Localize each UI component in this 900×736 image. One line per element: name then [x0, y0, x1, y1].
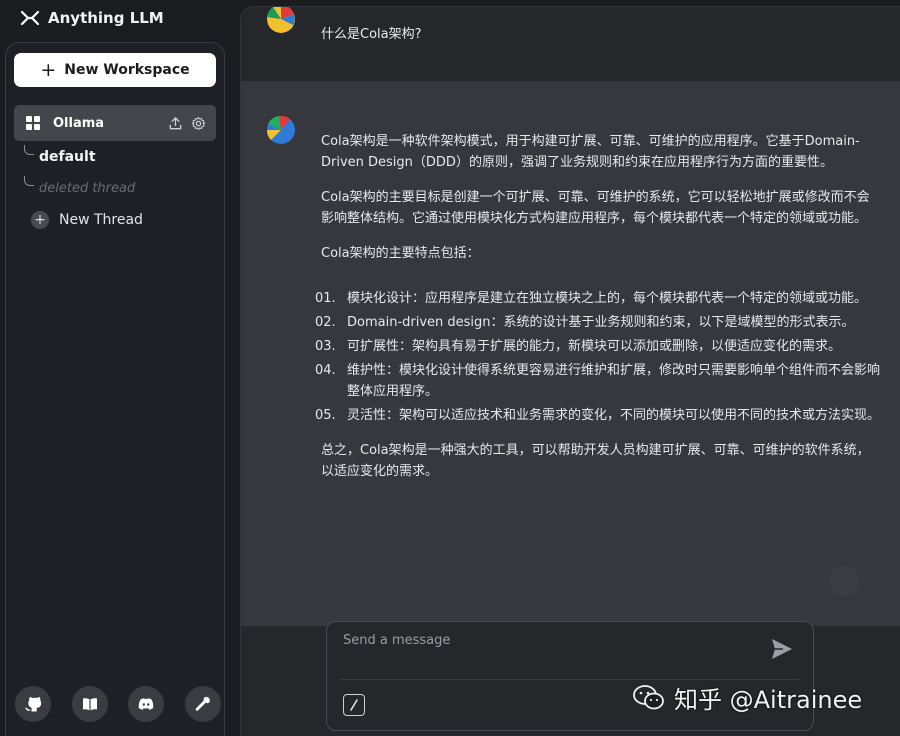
sidebar-footer — [15, 686, 221, 722]
feature-list: 01. 模块化设计：应用程序是建立在独立模块之上的，每个模块都代表一个特定的领域或… — [315, 288, 881, 426]
list-text: 可扩展性：架构具有易于扩展的能力，新模块可以添加或删除，以便适应变化的需求。 — [347, 339, 842, 354]
thread-item-default[interactable]: default — [39, 149, 96, 165]
assistant-paragraph: Cola架构的主要目标是创建一个可扩展、可靠、可维护的系统，它可以轻松地扩展或修… — [321, 190, 870, 226]
list-text: 维护性：模块化设计使得系统更容易进行维护和扩展，修改时只需要影响单个组件而不会影… — [347, 363, 881, 399]
thread-item-deleted: deleted thread — [39, 181, 136, 196]
assistant-conclusion: 总之，Cola架构是一种强大的工具，可以帮助开发人员构建可扩展、可靠、可维护的软… — [321, 443, 870, 479]
brand-name: Anything LLM — [48, 9, 164, 27]
message-input[interactable]: Send a message — [343, 633, 450, 648]
user-avatar-icon — [267, 7, 295, 33]
plus-icon: + — [40, 58, 57, 81]
send-icon[interactable] — [769, 636, 795, 662]
user-message-text: 什么是Cola架构? — [321, 27, 422, 42]
user-message-row: 什么是Cola架构? — [241, 7, 900, 81]
assistant-message-content: Cola架构是一种软件架构模式，用于构建可扩展、可靠、可维护的应用程序。它基于D… — [315, 131, 881, 496]
workspace-item-ollama[interactable]: Ollama — [14, 105, 216, 141]
sidebar-panel: + New Workspace Ollama default deleted t… — [5, 42, 225, 736]
watermark: 知乎 @Aitrainee — [632, 680, 862, 715]
list-text: Domain-driven design：系统的设计基于业务规则和约束，以下是域… — [347, 315, 855, 330]
list-text: 模块化设计：应用程序是建立在独立模块之上的，每个模块都代表一个特定的领域或功能。 — [347, 291, 868, 306]
scroll-down-button[interactable] — [829, 566, 859, 596]
upload-icon[interactable] — [168, 116, 183, 131]
workspace-grid-icon — [26, 116, 40, 130]
thread-tree-connector — [24, 145, 34, 155]
settings-button[interactable] — [184, 686, 221, 722]
assistant-paragraph: Cola架构的主要特点包括： — [321, 246, 480, 261]
discord-icon — [139, 698, 154, 710]
plus-circle-icon: + — [31, 211, 49, 229]
list-number: 01. — [315, 291, 336, 306]
assistant-message-row: Cola架构是一种软件架构模式，用于构建可扩展、可靠、可维护的应用程序。它基于D… — [241, 81, 900, 626]
slash-command-button[interactable] — [343, 694, 365, 716]
docs-button[interactable] — [71, 686, 108, 722]
anything-llm-logo-icon — [20, 10, 40, 26]
book-icon — [82, 698, 97, 711]
github-button[interactable] — [15, 686, 51, 722]
list-item: 03. 可扩展性：架构具有易于扩展的能力，新模块可以添加或删除，以便适应变化的需求… — [315, 336, 881, 357]
github-icon — [25, 697, 42, 712]
sidebar: Anything LLM + New Workspace Ollama defa… — [0, 0, 232, 736]
discord-button[interactable] — [128, 686, 165, 722]
thread-tree-connector — [24, 176, 34, 186]
wechat-icon — [633, 684, 664, 709]
list-item: 01. 模块化设计：应用程序是建立在独立模块之上的，每个模块都代表一个特定的领域或… — [315, 288, 881, 309]
list-number: 04. — [315, 363, 336, 378]
list-number: 03. — [315, 339, 336, 354]
new-workspace-label: New Workspace — [64, 62, 190, 78]
watermark-text: 知乎 @Aitrainee — [674, 686, 863, 714]
new-workspace-button[interactable]: + New Workspace — [14, 53, 216, 87]
wrench-icon — [195, 696, 210, 711]
app-window: Anything LLM + New Workspace Ollama defa… — [0, 0, 900, 736]
assistant-avatar-icon — [266, 115, 295, 144]
gear-icon[interactable] — [191, 116, 206, 131]
list-number: 05. — [315, 408, 336, 423]
list-item: 04. 维护性：模块化设计使得系统更容易进行维护和扩展，修改时只需要影响单个组件而… — [315, 360, 881, 402]
list-item: 02. Domain-driven design：系统的设计基于业务规则和约束，以… — [315, 312, 881, 333]
new-thread-button[interactable]: + New Thread — [31, 211, 143, 229]
assistant-paragraph: Cola架构是一种软件架构模式，用于构建可扩展、可靠、可维护的应用程序。它基于D… — [321, 134, 860, 170]
slash-icon — [350, 699, 358, 711]
new-thread-label: New Thread — [59, 212, 143, 228]
list-text: 灵活性：架构可以适应技术和业务需求的变化，不同的模块可以使用不同的技术或方法实现… — [347, 408, 881, 423]
workspace-name: Ollama — [53, 115, 105, 131]
brand-logo: Anything LLM — [20, 9, 164, 27]
list-item: 05. 灵活性：架构可以适应技术和业务需求的变化，不同的模块可以使用不同的技术或方… — [315, 405, 881, 426]
list-number: 02. — [315, 315, 336, 330]
